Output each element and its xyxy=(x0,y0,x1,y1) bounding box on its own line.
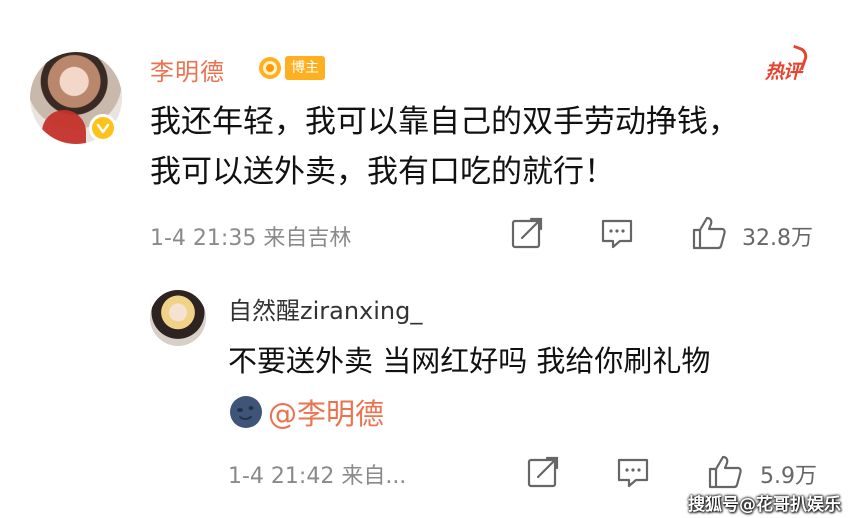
share-icon[interactable] xyxy=(526,455,560,489)
thumbs-up-icon[interactable] xyxy=(706,453,744,491)
reply-like-count: 5.9万 xyxy=(760,464,817,489)
watermark: 搜狐号@花哥扒娱乐 xyxy=(688,495,841,515)
badge-label: 博主 xyxy=(285,56,325,80)
blogger-badge: 博主 xyxy=(257,54,325,82)
reply-meta: 1-4 21:42 来自... xyxy=(228,464,407,489)
comment-icon[interactable] xyxy=(600,216,634,250)
share-icon[interactable] xyxy=(510,216,544,250)
reply-author-avatar[interactable] xyxy=(150,290,206,346)
mention-link[interactable]: @李明德 xyxy=(268,391,384,433)
reply-mention-line: @李明德 xyxy=(228,391,384,433)
comment-text-line: 我可以送外卖，我有口吃的就行！ xyxy=(150,154,615,190)
hot-comment-tag: 热评 xyxy=(765,57,802,84)
moon-face-emoji-icon xyxy=(230,396,262,428)
author-name[interactable]: 李明德 xyxy=(150,52,225,87)
thumbs-up-icon[interactable] xyxy=(690,214,728,252)
comment-icon[interactable] xyxy=(616,455,650,489)
reply-author-name[interactable]: 自然醒ziranxing_ xyxy=(228,291,422,326)
verified-badge-icon xyxy=(89,114,117,142)
comment-text-line: 我还年轻，我可以靠自己的双手劳动挣钱， xyxy=(150,104,739,140)
comment-meta: 1-4 21:35 来自吉林 xyxy=(150,226,352,251)
medal-icon xyxy=(259,57,281,79)
like-count: 32.8万 xyxy=(742,226,813,251)
comment-text: 我还年轻，我可以靠自己的双手劳动挣钱， 我可以送外卖，我有口吃的就行！ xyxy=(150,97,830,197)
reply-text: 不要送外卖 当网红好吗 我给你刷礼物 xyxy=(228,344,711,378)
